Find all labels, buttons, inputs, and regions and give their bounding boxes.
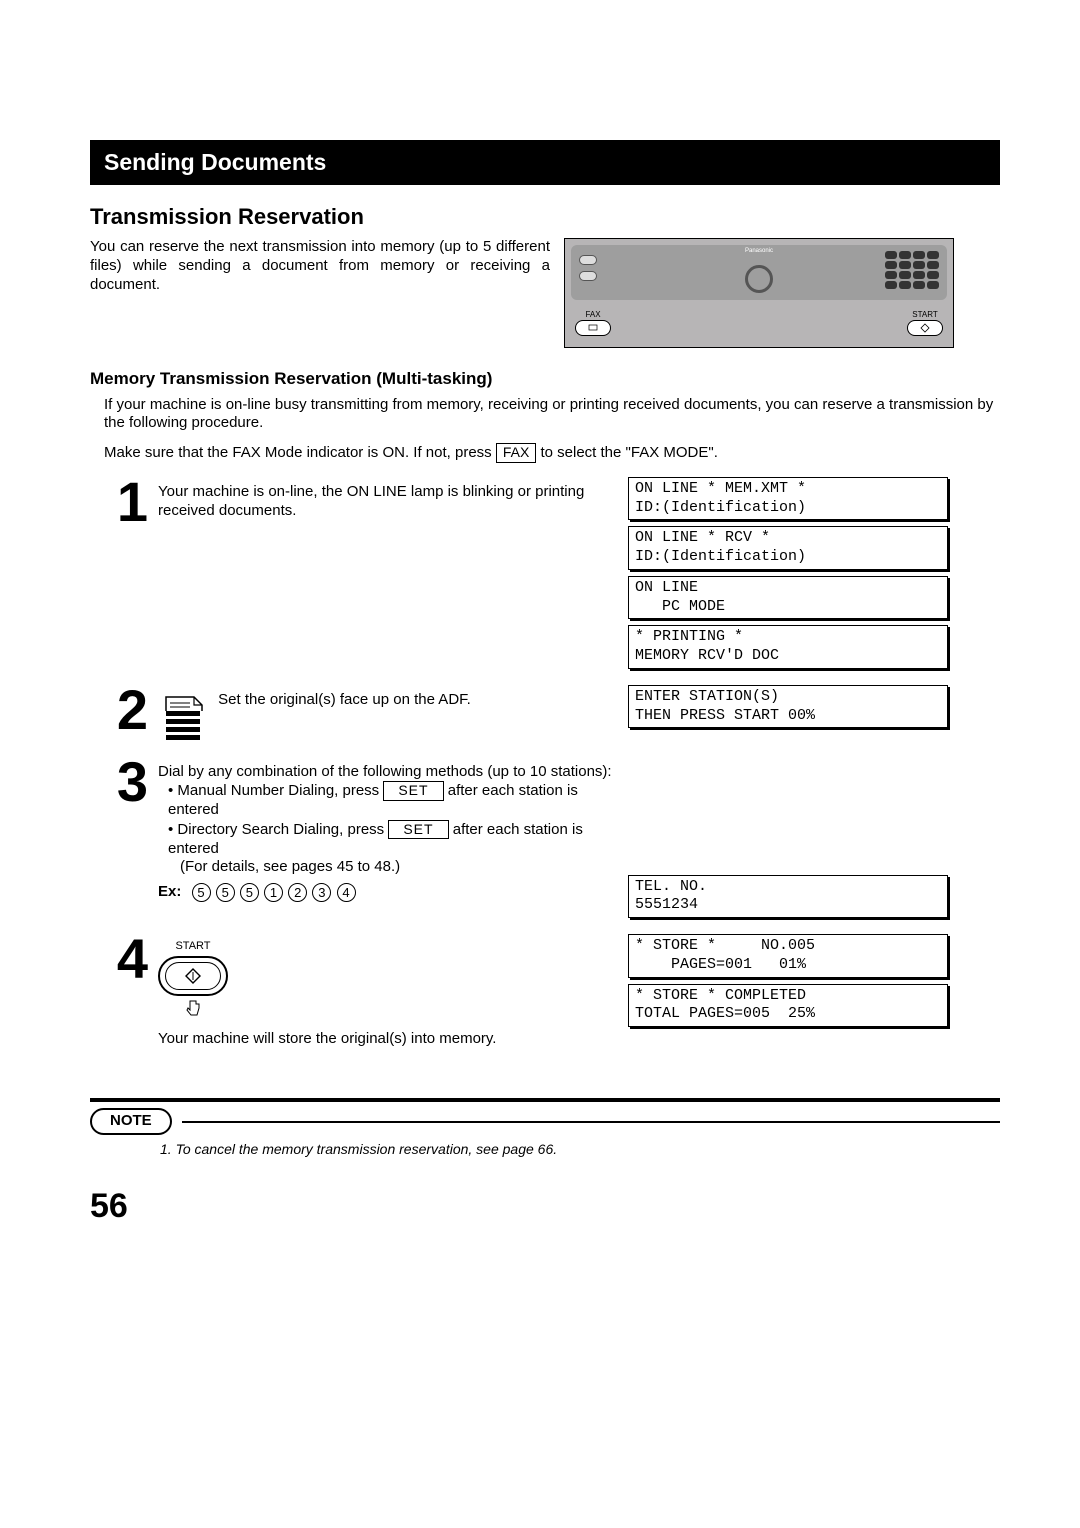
- divider: [90, 1098, 1000, 1102]
- dial-digit: 4: [337, 883, 356, 902]
- step-1-text: Your machine is on-line, the ON LINE lam…: [158, 477, 628, 521]
- subheading-memory-multitask: Memory Transmission Reservation (Multi-t…: [90, 368, 1000, 389]
- nav-ring-icon: [745, 265, 773, 293]
- page-number: 56: [90, 1185, 1000, 1228]
- diamond-start-icon: [185, 968, 201, 984]
- step-number-1: 1: [90, 477, 158, 527]
- fax-key: FAX: [496, 443, 536, 463]
- subheading-transmission: Transmission Reservation: [90, 203, 1000, 231]
- hand-cursor-icon: [185, 998, 201, 1016]
- start-label: START: [907, 310, 943, 320]
- fax-mode-instruction: Make sure that the FAX Mode indicator is…: [104, 443, 1000, 463]
- lcd-display: ENTER STATION(S) THEN PRESS START 00%: [628, 685, 948, 729]
- step-number-4: 4: [90, 934, 158, 984]
- panel-button: [579, 255, 597, 265]
- step-4-text: Your machine will store the original(s) …: [158, 1030, 628, 1049]
- dial-digit: 5: [216, 883, 235, 902]
- brand-label: Panasonic: [745, 248, 773, 256]
- adf-document-icon: [158, 691, 208, 747]
- step-3-detail: (For details, see pages 45 to 48.): [158, 858, 628, 877]
- step-number-3: 3: [90, 757, 158, 807]
- keypad-icon: [885, 251, 939, 289]
- lcd-display: ON LINE * MEM.XMT * ID:(Identification): [628, 477, 948, 521]
- start-button-icon: [907, 320, 943, 336]
- dial-digit: 5: [240, 883, 259, 902]
- set-key: SET: [388, 820, 448, 840]
- dial-digit: 5: [192, 883, 211, 902]
- intro-paragraph: You can reserve the next transmission in…: [90, 238, 550, 294]
- lcd-display: ON LINE * RCV * ID:(Identification): [628, 526, 948, 570]
- dial-digit: 2: [288, 883, 307, 902]
- section-header: Sending Documents: [90, 140, 1000, 185]
- note-text: 1. To cancel the memory transmission res…: [160, 1141, 1000, 1159]
- start-button-illustration: START: [158, 940, 228, 1022]
- fax-label: FAX: [575, 310, 611, 320]
- note-badge: NOTE: [90, 1108, 172, 1135]
- lcd-display: ON LINE PC MODE: [628, 576, 948, 620]
- step-number-2: 2: [90, 685, 158, 735]
- step-2-text: Set the original(s) face up on the ADF.: [218, 691, 471, 708]
- divider: [182, 1121, 1000, 1123]
- panel-button: [579, 271, 597, 281]
- fax-control-panel-illustration: Panasonic FAX START: [564, 238, 954, 348]
- fax-button-icon: [575, 320, 611, 336]
- dial-digit: 1: [264, 883, 283, 902]
- lcd-display: TEL. NO. 5551234: [628, 875, 948, 919]
- step-3-intro: Dial by any combination of the following…: [158, 763, 628, 782]
- lcd-display: * STORE * COMPLETED TOTAL PAGES=005 25%: [628, 984, 948, 1028]
- lcd-display: * PRINTING * MEMORY RCV'D DOC: [628, 625, 948, 669]
- procedure-intro: If your machine is on-line busy transmit…: [104, 396, 1000, 434]
- set-key: SET: [383, 781, 443, 801]
- dial-digit: 3: [312, 883, 331, 902]
- lcd-display: * STORE * NO.005 PAGES=001 01%: [628, 934, 948, 978]
- example-label: Ex:: [158, 883, 181, 900]
